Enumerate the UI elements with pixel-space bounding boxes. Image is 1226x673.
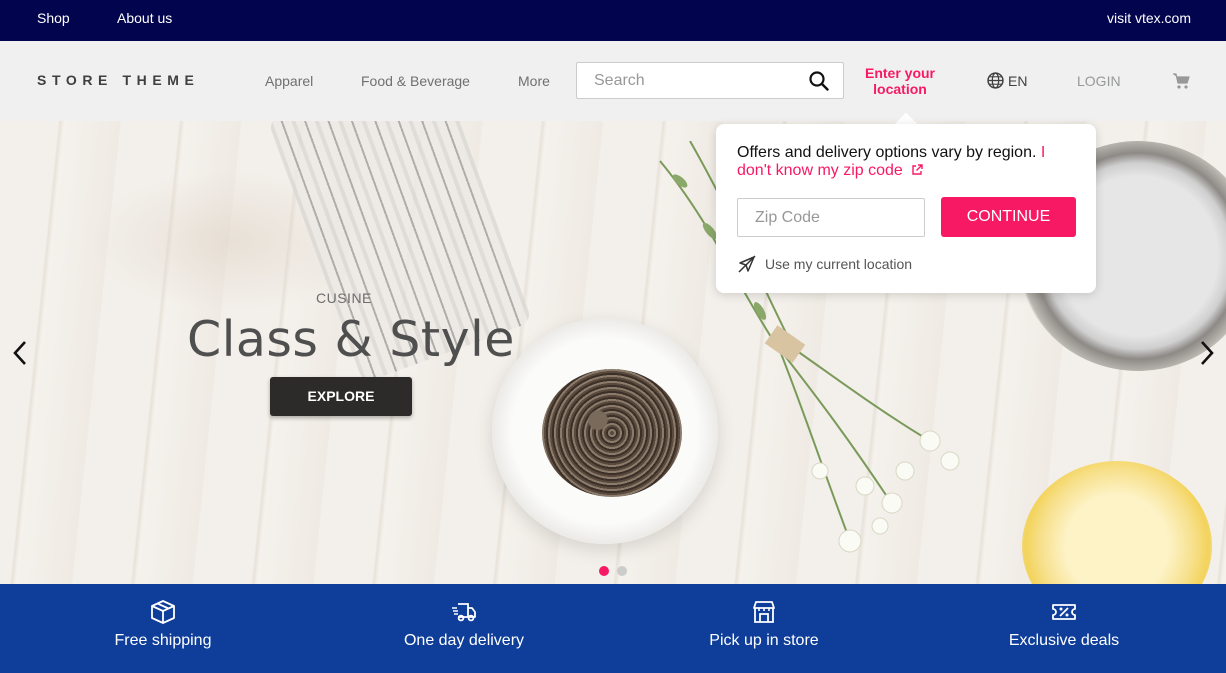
explore-button[interactable]: EXPLORE (270, 377, 412, 416)
zip-code-input[interactable] (737, 198, 925, 237)
carousel-dot-2[interactable] (617, 566, 627, 576)
chevron-left-icon[interactable] (10, 338, 30, 368)
truck-icon (452, 603, 476, 622)
login-button[interactable]: LOGIN (1077, 73, 1121, 89)
top-link-shop[interactable]: Shop (37, 10, 70, 26)
benefit-label: Free shipping (114, 632, 212, 649)
location-line-2: location (873, 81, 927, 97)
top-bar: Shop About us visit vtex.com (0, 0, 1226, 41)
benefit-pick-up-in-store: Pick up in store (614, 598, 914, 650)
search-icon[interactable] (809, 71, 829, 91)
header: STORE THEME Apparel Food & Beverage More… (0, 41, 1226, 121)
benefits-bar: Free shipping One day delivery Pick up i… (0, 584, 1226, 673)
hero-seeds-decoration (542, 369, 682, 497)
coupon-icon (1052, 604, 1076, 620)
continue-button[interactable]: CONTINUE (941, 197, 1076, 237)
external-link-icon (912, 164, 923, 175)
benefit-label: One day delivery (403, 632, 525, 649)
top-link-visit-vtex[interactable]: visit vtex.com (1107, 10, 1191, 26)
benefit-free-shipping: Free shipping (13, 598, 313, 650)
location-off-icon (738, 255, 756, 273)
nav-item-apparel[interactable]: Apparel (265, 73, 313, 89)
language-label: EN (1008, 72, 1028, 89)
nav-item-more[interactable]: More (518, 73, 550, 89)
box-icon (151, 600, 175, 624)
use-current-location-label: Use my current location (765, 256, 913, 272)
store-icon (753, 601, 775, 623)
top-link-about-us[interactable]: About us (117, 10, 172, 26)
store-logo[interactable]: STORE THEME (37, 72, 199, 88)
benefit-one-day-delivery: One day delivery (314, 598, 614, 650)
globe-icon (987, 72, 1004, 89)
popover-message: Offers and delivery options vary by regi… (737, 144, 1067, 180)
carousel-dot-1[interactable] (599, 566, 609, 576)
hero-kicker: CUSINE (316, 290, 372, 306)
language-selector[interactable]: EN (987, 72, 1027, 89)
popover-message-text: Offers and delivery options vary by regi… (737, 144, 1041, 161)
benefit-label: Pick up in store (709, 632, 819, 649)
nav-item-food-beverage[interactable]: Food & Beverage (361, 73, 470, 89)
search-box (576, 62, 844, 99)
use-current-location-button[interactable]: Use my current location (737, 254, 912, 274)
hero-title: Class & Style (187, 311, 515, 368)
benefit-exclusive-deals: Exclusive deals (914, 598, 1214, 650)
cart-icon[interactable] (1172, 72, 1190, 90)
search-input[interactable] (577, 63, 797, 98)
location-popover: Offers and delivery options vary by regi… (716, 124, 1096, 293)
hero-lemon-decoration (1022, 461, 1212, 584)
benefit-label: Exclusive deals (1008, 632, 1120, 649)
carousel-dots (599, 566, 627, 576)
chevron-right-icon[interactable] (1197, 338, 1217, 368)
enter-location-button[interactable]: Enter your location (858, 65, 942, 97)
location-line-1: Enter your (864, 65, 935, 81)
